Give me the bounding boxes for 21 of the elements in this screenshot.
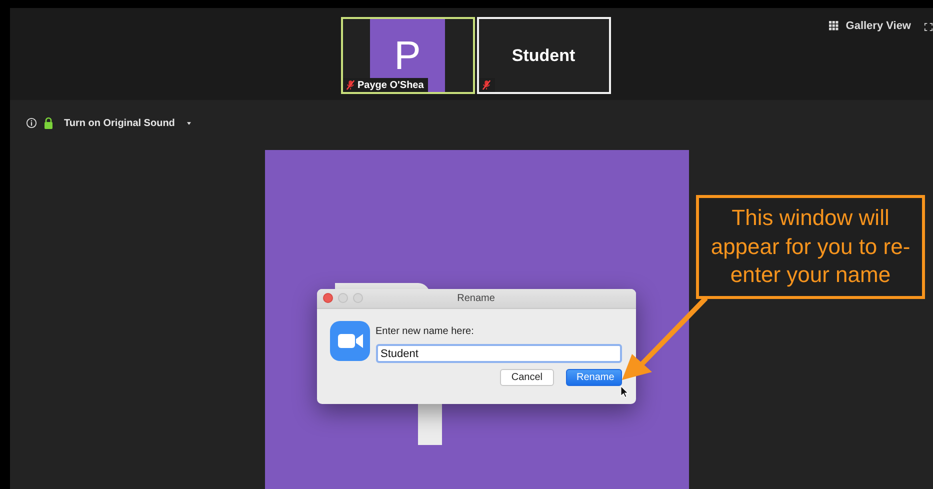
rename-button[interactable]: Rename — [566, 369, 622, 386]
caret-icon[interactable] — [186, 122, 191, 124]
video-camera-icon — [330, 321, 370, 361]
avatar-letter: P — [394, 36, 421, 76]
name-input-field[interactable]: Student — [376, 344, 622, 363]
gallery-view-button[interactable]: Gallery View — [828, 20, 911, 32]
original-sound-button[interactable]: Turn on Original Sound — [60, 118, 175, 128]
cancel-button[interactable]: Cancel — [500, 369, 554, 386]
close-button[interactable] — [322, 293, 332, 303]
video-thumbnail[interactable]: Student — [476, 17, 610, 94]
dialog-title: Rename — [457, 293, 495, 304]
prompt-text: Enter new name here: — [376, 326, 475, 337]
participant-name: Payge O'Shea — [358, 80, 424, 90]
lock-icon — [43, 117, 54, 129]
fullscreen-icon[interactable] — [924, 22, 933, 32]
annotation-text: This window will appear for you to re-enter your name — [710, 204, 912, 290]
participant-name: Student — [512, 46, 576, 66]
mouse-pointer-icon — [620, 385, 628, 398]
grid-icon — [828, 21, 839, 31]
info-icon[interactable] — [26, 117, 37, 129]
video-thumbnail[interactable]: P Payge O'Shea — [340, 17, 474, 94]
